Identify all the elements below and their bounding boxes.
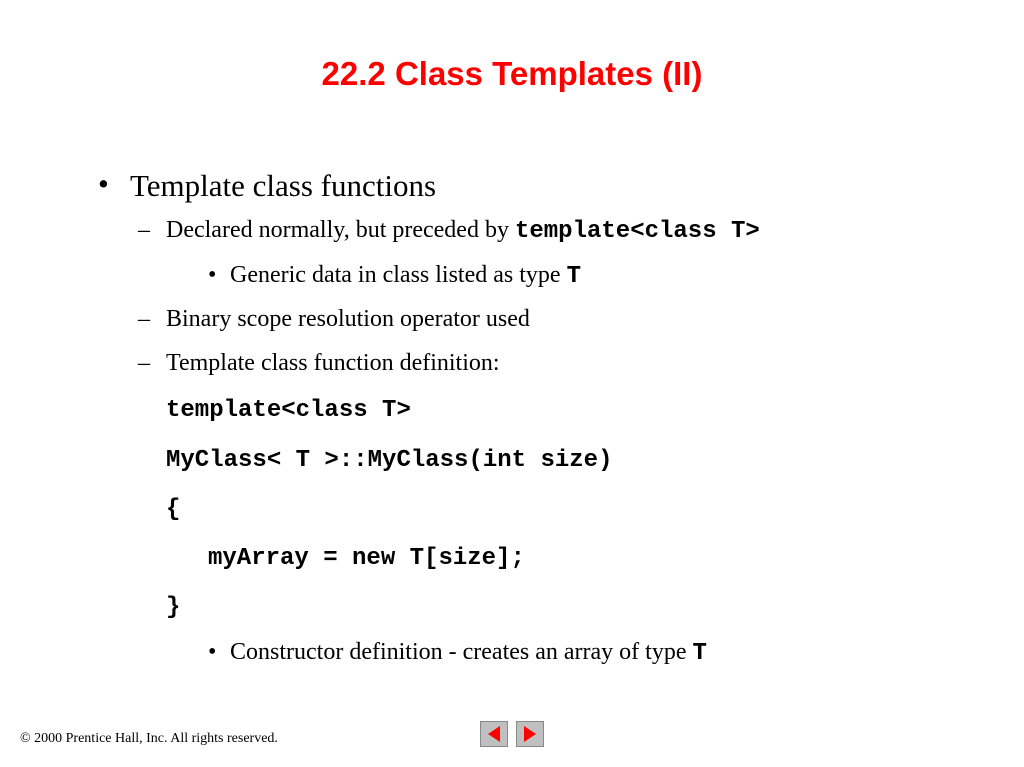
sub1c-text: Generic data in class listed as type — [230, 262, 567, 288]
sub-item-2: Binary scope resolution operator used — [138, 303, 964, 337]
code-line-2: MyClass< T >::MyClass(int size) — [166, 442, 964, 479]
sub1-code: template<class T> — [515, 218, 760, 245]
sublast-code: T — [693, 640, 707, 667]
sub-item-1: Declared normally, but preceded by templ… — [138, 214, 964, 249]
prev-button[interactable] — [480, 721, 508, 747]
sub-item-last: Constructor definition - creates an arra… — [208, 636, 964, 671]
sub-item-3: Template class function definition: — [138, 347, 964, 381]
nav-buttons — [480, 721, 544, 747]
content-body: Template class functions Declared normal… — [0, 168, 1024, 671]
slide-title: 22.2 Class Templates (II) — [0, 55, 1024, 93]
sub1c-code: T — [567, 263, 581, 290]
code-line-5: } — [166, 589, 964, 626]
sublast-text: Constructor definition - creates an arra… — [230, 639, 693, 665]
arrow-left-icon — [488, 726, 500, 742]
sub1-text: Declared normally, but preceded by — [166, 217, 515, 243]
next-button[interactable] — [516, 721, 544, 747]
main-bullet: Template class functions — [98, 168, 964, 204]
slide-content: 22.2 Class Templates (II) Template class… — [0, 0, 1024, 767]
code-line-3: { — [166, 491, 964, 528]
sub-item-1-child: Generic data in class listed as type T — [208, 259, 964, 294]
arrow-right-icon — [524, 726, 536, 742]
footer: © 2000 Prentice Hall, Inc. All rights re… — [20, 731, 1004, 747]
code-line-4: myArray = new T[size]; — [166, 540, 964, 577]
code-line-1: template<class T> — [166, 392, 964, 429]
